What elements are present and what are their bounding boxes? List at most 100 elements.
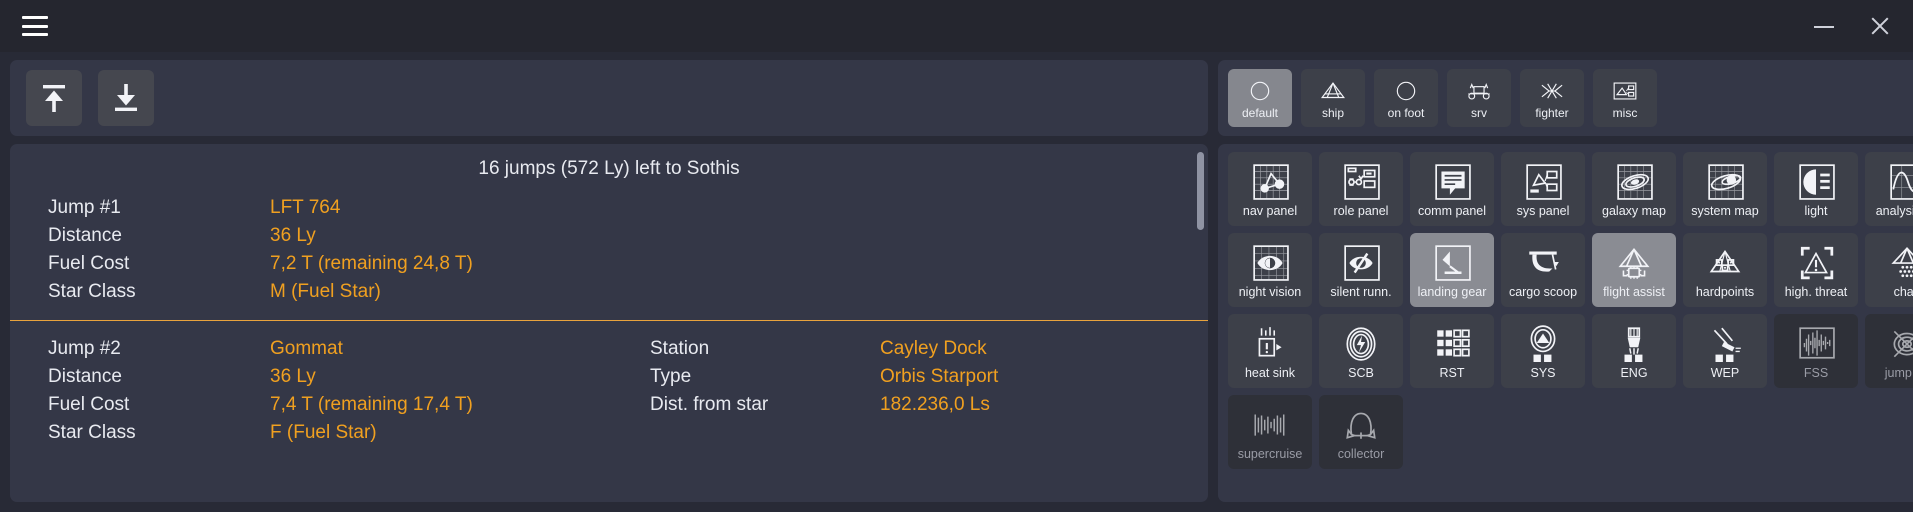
jump-field-label: Distance <box>10 225 270 247</box>
binding-button-label: FSS <box>1804 367 1828 380</box>
binding-button-label: landing gear <box>1418 286 1487 299</box>
srv-icon <box>1466 77 1492 105</box>
jump-right-cell: TypeOrbis Starport <box>650 366 1208 388</box>
hardpoints-icon <box>1706 241 1744 283</box>
binding-button-comm-panel[interactable]: comm panel <box>1410 152 1494 226</box>
sys-panel-icon <box>1524 160 1562 202</box>
route-summary: 16 jumps (572 Ly) left to Sothis <box>10 144 1208 190</box>
jump-field-label: Jump #2 <box>10 338 270 360</box>
jump-row: Distance36 Ly <box>10 222 1208 250</box>
binding-button-label: analysis m. <box>1876 205 1913 218</box>
minimize-button[interactable] <box>1811 13 1837 39</box>
landing-gear-icon <box>1433 241 1471 283</box>
binding-button-heat-sink[interactable]: heat sink <box>1228 314 1312 388</box>
binding-button-label: supercruise <box>1238 448 1303 461</box>
binding-button-label: jump 16 <box>1885 367 1913 380</box>
binding-button-label: SYS <box>1530 367 1555 380</box>
binding-button-label: nav panel <box>1243 205 1297 218</box>
binding-button-label: RST <box>1440 367 1465 380</box>
binding-row: supercruise collector <box>1228 395 1913 469</box>
binding-button-sys-panel[interactable]: sys panel <box>1501 152 1585 226</box>
category-tab-label: ship <box>1322 107 1344 119</box>
jump-field-label: Distance <box>10 366 270 388</box>
binding-button-jump-16[interactable]: jump 16 <box>1865 314 1913 388</box>
binding-button-hardpoints[interactable]: hardpoints <box>1683 233 1767 307</box>
binding-button-label: sys panel <box>1517 205 1570 218</box>
binding-row: heat sinkSCB RST SYS ENG WEP FSS jump 16 <box>1228 314 1913 388</box>
analysis-mode-icon <box>1888 160 1913 202</box>
binding-button-eng[interactable]: ENG <box>1592 314 1676 388</box>
jump-field-value: F (Fuel Star) <box>270 422 377 444</box>
export-route-button[interactable] <box>26 70 82 126</box>
jump-left-cell: Star ClassF (Fuel Star) <box>10 422 650 444</box>
binding-button-galaxy-map[interactable]: galaxy map <box>1592 152 1676 226</box>
category-tab-on-foot[interactable]: on foot <box>1374 69 1438 127</box>
systems-pips-icon <box>1524 322 1562 364</box>
cargo-scoop-icon <box>1524 241 1562 283</box>
binding-button-landing-gear[interactable]: landing gear <box>1410 233 1494 307</box>
system-map-icon <box>1706 160 1744 202</box>
jump-field-label: Star Class <box>10 422 270 444</box>
jump-left-cell: Fuel Cost7,2 T (remaining 24,8 T) <box>10 253 650 275</box>
jump-block: Jump #1LFT 764Distance36 LyFuel Cost7,2 … <box>10 190 1208 320</box>
binding-button-label: galaxy map <box>1602 205 1666 218</box>
binding-button-scb[interactable]: SCB <box>1319 314 1403 388</box>
binding-button-label: role panel <box>1334 205 1389 218</box>
jump-field-value: LFT 764 <box>270 197 340 219</box>
supercruise-icon <box>1251 403 1289 445</box>
station-field-value: Orbis Starport <box>880 366 998 388</box>
route-toolbar <box>10 60 1208 136</box>
binding-button-analysis-m-[interactable]: analysis m. <box>1865 152 1913 226</box>
binding-button-collector[interactable]: collector <box>1319 395 1403 469</box>
arrow-down-to-line-icon <box>111 82 141 114</box>
silent-running-icon <box>1342 241 1380 283</box>
binding-button-label: silent runn. <box>1330 286 1391 299</box>
category-tab-srv[interactable]: srv <box>1447 69 1511 127</box>
arrow-up-to-line-icon <box>39 82 69 114</box>
heat-sink-icon <box>1251 322 1289 364</box>
jump-list: Jump #1LFT 764Distance36 LyFuel Cost7,2 … <box>10 190 1208 461</box>
jump-field-value: M (Fuel Star) <box>270 281 381 303</box>
binding-button-cargo-scoop[interactable]: cargo scoop <box>1501 233 1585 307</box>
binding-button-label: flight assist <box>1603 286 1665 299</box>
hamburger-icon[interactable] <box>22 16 48 36</box>
route-panel: 16 jumps (572 Ly) left to Sothis Jump #1… <box>10 144 1208 502</box>
jump-left-cell: Jump #2Gommat <box>10 338 650 360</box>
binding-row: night vision silent runn. landing gear carg… <box>1228 233 1913 307</box>
category-tab-fighter[interactable]: fighter <box>1520 69 1584 127</box>
station-field-label: Station <box>650 338 880 360</box>
binding-button-night-vision[interactable]: night vision <box>1228 233 1312 307</box>
binding-button-system-map[interactable]: system map <box>1683 152 1767 226</box>
binding-button-wep[interactable]: WEP <box>1683 314 1767 388</box>
close-button[interactable] <box>1867 13 1893 39</box>
binding-button-silent-runn-[interactable]: silent runn. <box>1319 233 1403 307</box>
jump-block: Jump #2GommatStationCayley DockDistance3… <box>10 320 1208 461</box>
binding-button-light[interactable]: light <box>1774 152 1858 226</box>
category-tab-label: default <box>1242 107 1278 119</box>
binding-button-label: collector <box>1338 448 1385 461</box>
jump-left-cell: Distance36 Ly <box>10 225 650 247</box>
import-route-button[interactable] <box>98 70 154 126</box>
binding-button-role-panel[interactable]: role panel <box>1319 152 1403 226</box>
collector-limpet-icon <box>1342 403 1380 445</box>
jump-field-value: 36 Ly <box>270 225 316 247</box>
binding-button-fss[interactable]: FSS <box>1774 314 1858 388</box>
binding-button-nav-panel[interactable]: nav panel <box>1228 152 1312 226</box>
binding-button-high-threat[interactable]: high. threat <box>1774 233 1858 307</box>
binding-button-rst[interactable]: RST <box>1410 314 1494 388</box>
binding-button-supercruise[interactable]: supercruise <box>1228 395 1312 469</box>
jump-row: Distance36 LyTypeOrbis Starport <box>10 363 1208 391</box>
binding-button-label: WEP <box>1711 367 1739 380</box>
binding-button-label: chaff <box>1894 286 1913 299</box>
route-scrollbar[interactable] <box>1197 152 1204 230</box>
category-tab-default[interactable]: default <box>1228 69 1292 127</box>
shield-cell-bank-icon <box>1342 322 1380 364</box>
binding-button-label: night vision <box>1239 286 1302 299</box>
main-body: 16 jumps (572 Ly) left to Sothis Jump #1… <box>0 52 1913 512</box>
binding-button-label: cargo scoop <box>1509 286 1577 299</box>
category-tab-misc[interactable]: misc <box>1593 69 1657 127</box>
binding-button-flight-assist[interactable]: flight assist <box>1592 233 1676 307</box>
category-tab-ship[interactable]: ship <box>1301 69 1365 127</box>
binding-button-sys[interactable]: SYS <box>1501 314 1585 388</box>
binding-button-chaff[interactable]: chaff <box>1865 233 1913 307</box>
